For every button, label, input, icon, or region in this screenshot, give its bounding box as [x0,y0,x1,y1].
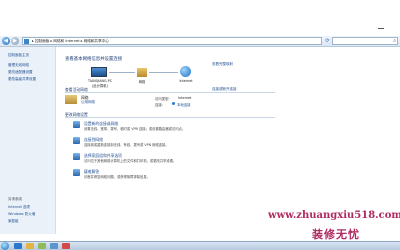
breadcrumb[interactable]: ▸ 控制面板 ▸ 网络和 Internet ▸ 网络和共享中心 [32,39,109,44]
back-button[interactable]: ◀ [2,37,10,45]
public-network-icon [65,95,77,104]
sidebar-item-homegroup[interactable]: 家庭组 [8,219,19,224]
full-map-link[interactable]: 查看完整映射 [212,62,233,67]
watermark-brand: 装修无忧 [312,228,360,241]
task-homegroup-desc: 访问位于其他网络计算机上的文件和打印机，或更改共享设置。 [84,159,177,163]
internet-globe-icon [180,66,191,77]
computer-subtitle: (此计算机) [92,84,108,88]
sidebar: 控制面板主页 管理无线网络 更改适配器设置 更改高级共享设置 另请参阅 Inte… [0,47,56,234]
access-type-value: Internet [178,96,192,100]
sidebar-item-firewall[interactable]: Windows 防火墙 [8,212,35,217]
taskbar [0,241,400,250]
connection-label: 连接: [155,103,163,107]
start-button[interactable] [1,242,9,250]
connector-line [109,72,135,73]
watermark-url: www.zhuangxiu518.com [268,210,400,221]
forward-button[interactable]: ▶ [11,37,19,45]
network-label: 网络 [138,80,146,84]
sidebar-item-adapter[interactable]: 更改适配器设置 [8,70,33,75]
connection-link[interactable]: 本地连接 [177,102,191,107]
address-bar: ◀ ▶ ▸ 控制面板 ▸ 网络和 Internet ▸ 网络和共享中心 ▾ ⟳ … [0,36,400,47]
network-icon [137,68,147,77]
taskbar-explorer-icon[interactable] [26,243,34,249]
page-title: 查看基本网络信息并设置连接 [65,57,123,62]
new-connection-icon [73,121,80,128]
address-box[interactable]: ▸ 控制面板 ▸ 网络和 Internet ▸ 网络和共享中心 ▾ [22,37,341,45]
internet-label: Internet [179,79,193,83]
computer-icon [91,67,107,77]
connector-line [149,72,178,73]
refresh-button[interactable]: ⟳ [324,37,331,45]
divider [65,117,275,118]
taskbar-ie-icon[interactable] [14,243,22,249]
sidebar-item-home[interactable]: 控制面板主页 [8,53,29,58]
local-connection-icon [172,102,175,105]
taskbar-app-icon[interactable] [50,243,58,249]
network-type-link[interactable]: 公用网络 [81,100,95,105]
taskbar-app-icon[interactable] [38,243,46,249]
sidebar-item-internet-options[interactable]: Internet 选项 [8,205,30,210]
main-content: 查看基本网络信息并设置连接 查看完整映射 TIANQIANG-PC (此计算机)… [57,47,400,234]
access-type-label: 访问类型: [155,97,170,101]
top-strip [0,0,400,30]
sidebar-item-wireless[interactable]: 管理无线网络 [8,63,29,68]
search-icon: ⌕ [393,38,396,44]
troubleshoot-icon [73,169,80,176]
divider [65,92,275,93]
sidebar-item-sharing[interactable]: 更改高级共享设置 [8,77,36,82]
task-troubleshoot-desc: 诊断并修复网络问题，或获得故障排除信息。 [84,175,150,179]
minimize-button[interactable] [378,28,384,29]
task-new-connection-desc: 设置无线、宽带、拨号、临时或 VPN 连接；或设置路由器或访问点。 [84,127,186,131]
taskbar-app-icon[interactable] [62,243,70,249]
control-panel-icon [24,39,29,44]
task-connect-network-desc: 连接到或重新连接到无线、有线、拨号或 VPN 网络连接。 [84,143,169,147]
connect-network-icon [73,137,80,144]
see-also-title: 另请参阅 [8,197,22,201]
homegroup-icon [73,153,80,160]
search-input[interactable]: ⌕ [332,37,398,45]
